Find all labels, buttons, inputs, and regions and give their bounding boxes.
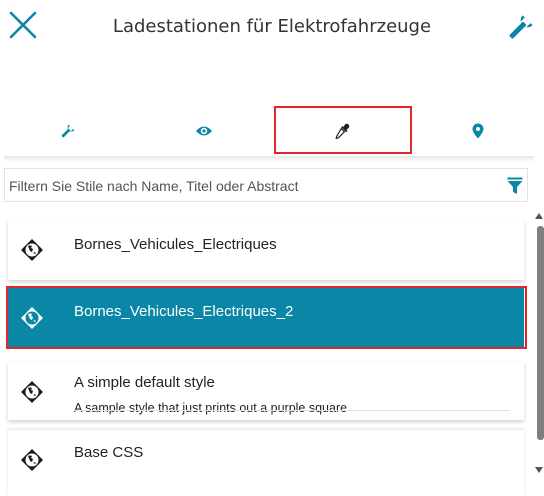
scroll-up-icon[interactable] <box>535 212 543 220</box>
divider <box>74 410 510 411</box>
tab-settings[interactable] <box>0 106 136 156</box>
wrench-icon <box>509 15 533 39</box>
scroll-down-icon[interactable] <box>535 466 543 474</box>
style-title: Bornes_Vehicules_Electriques <box>74 236 277 253</box>
globe-icon <box>21 239 43 261</box>
style-filter <box>4 168 528 202</box>
list-item[interactable]: Base CSS <box>8 430 524 496</box>
wrench-icon <box>61 124 75 138</box>
page-title: Ladestationen für Elektrofahrzeuge <box>112 16 432 37</box>
settings-button[interactable] <box>504 8 540 44</box>
map-pin-icon <box>472 123 484 139</box>
tabbar-divider <box>4 156 534 162</box>
style-abstract: A sample style that just prints out a pu… <box>74 401 348 415</box>
eye-icon <box>196 126 212 136</box>
style-title: Base CSS <box>74 444 144 461</box>
filter-input[interactable] <box>7 173 491 199</box>
selected-tab-highlight <box>274 106 412 154</box>
style-title: A simple default style <box>74 374 215 391</box>
list-item[interactable]: A simple default style A sample style th… <box>8 362 524 420</box>
funnel-icon[interactable] <box>507 177 523 195</box>
list-item[interactable]: Bornes_Vehicules_Electriques <box>8 220 524 280</box>
globe-icon <box>21 381 43 403</box>
tab-info[interactable] <box>410 106 544 156</box>
selected-item-highlight <box>6 286 527 349</box>
tab-display[interactable] <box>136 106 272 156</box>
scrollbar-thumb[interactable] <box>537 226 544 440</box>
globe-icon <box>21 449 43 471</box>
